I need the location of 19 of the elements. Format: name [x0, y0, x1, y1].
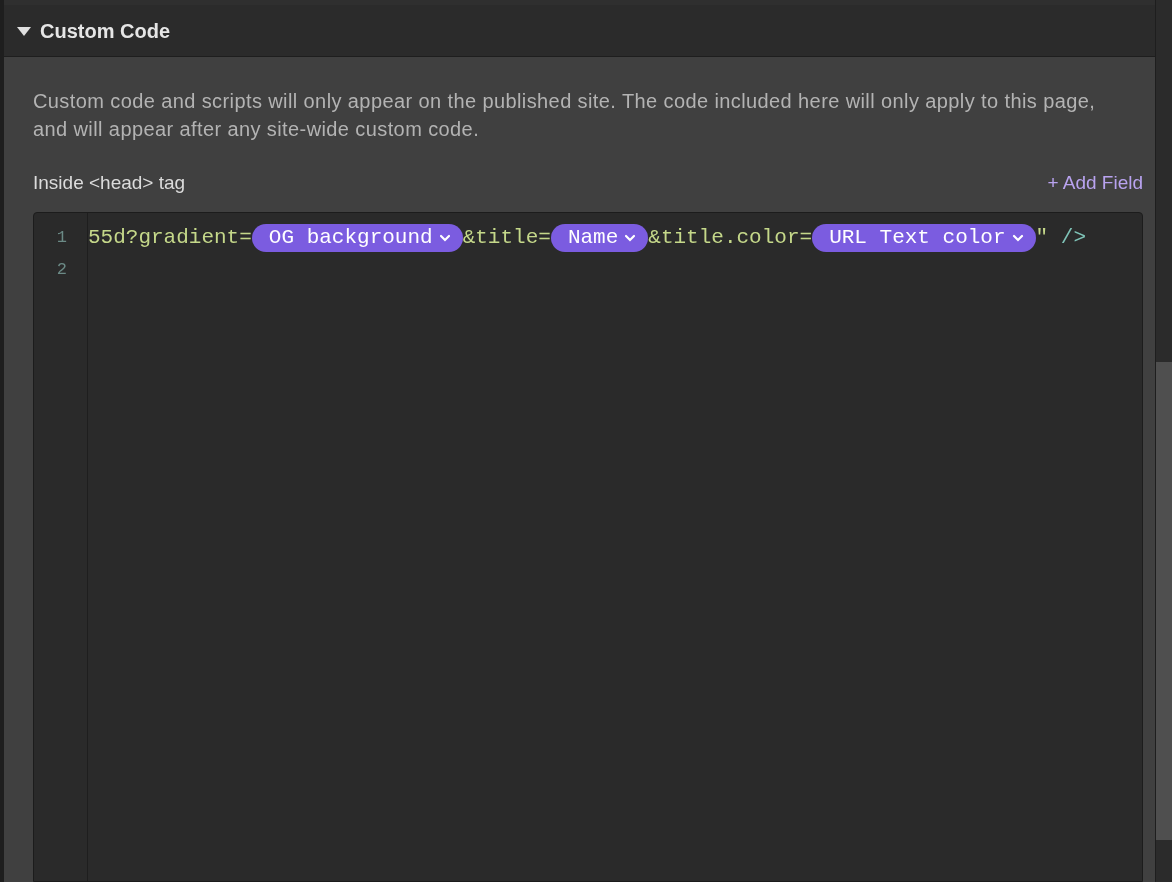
- chevron-down-icon: [624, 233, 637, 242]
- code-text: &title.color=: [648, 224, 813, 251]
- scrollbar-thumb[interactable]: [1156, 362, 1172, 840]
- chevron-down-icon: [438, 233, 451, 242]
- code-text: />: [1059, 224, 1086, 251]
- code-text: 55d?gradient=: [88, 224, 252, 251]
- variable-token[interactable]: Name: [550, 223, 649, 252]
- code-editor[interactable]: 1 2 55d?gradient= OG background &title= Name &title.color= URL Text color " />: [33, 211, 1143, 882]
- section-title: Custom Code: [40, 18, 170, 44]
- line-number: 2: [56, 258, 67, 281]
- variable-token[interactable]: URL Text color: [812, 223, 1036, 252]
- chevron-down-icon: [1011, 233, 1024, 242]
- code-text: ": [1035, 224, 1049, 251]
- code-text: &title=: [462, 224, 551, 251]
- field-label: Inside <head> tag: [33, 171, 186, 195]
- description-text: Custom code and scripts will only appear on the published site. The code included here will only apply to this page, and will appear after any site-wide custom code.: [33, 89, 1097, 142]
- line-number: 1: [56, 226, 67, 249]
- add-field-link[interactable]: + Add Field: [1047, 169, 1143, 198]
- variable-token[interactable]: OG background: [251, 223, 463, 252]
